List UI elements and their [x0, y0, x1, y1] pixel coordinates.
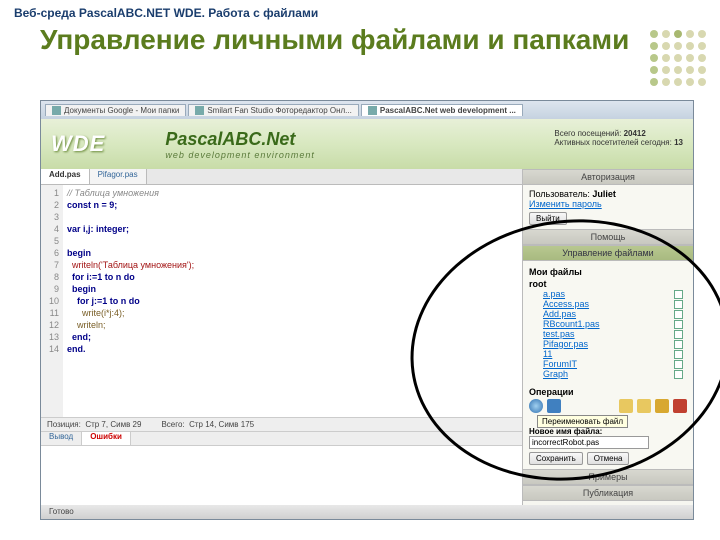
site-banner: WDE PascalABC.Net web development enviro…	[41, 119, 693, 169]
slide-title: Управление личными файлами и папками	[0, 20, 720, 64]
file-checkbox[interactable]	[674, 350, 683, 359]
folder-icon[interactable]	[637, 399, 651, 413]
browser-tab[interactable]: Smilart Fan Studio Фоторедактор Онл...	[188, 104, 359, 116]
editor-tab[interactable]: Pifagor.pas	[90, 169, 147, 184]
browser-tabbar: Документы Google - Мои папки Smilart Fan…	[41, 101, 693, 119]
brand-title: PascalABC.Net	[165, 129, 315, 150]
my-files-label: Мои файлы	[529, 267, 687, 277]
position-bar: Позиция: Стр 7, Симв 29 Всего: Стр 14, С…	[41, 417, 522, 431]
file-link[interactable]: Pifagor.pas	[543, 339, 588, 349]
output-tabs: Вывод Ошибки	[41, 431, 522, 445]
file-tree-item: Access.pas	[543, 299, 687, 309]
file-tree-item: Graph	[543, 369, 687, 379]
editor-tabs: Add.pas Pifagor.pas	[41, 169, 522, 185]
files-body: Мои файлы root a.pasAccess.pasAdd.pasRBc…	[523, 261, 693, 469]
browser-window: Документы Google - Мои папки Smilart Fan…	[40, 100, 694, 520]
editor-tab-active[interactable]: Add.pas	[41, 169, 90, 184]
file-tree-item: ForumIT	[543, 359, 687, 369]
editor-column: Add.pas Pifagor.pas 1234567891011121314 …	[41, 169, 523, 505]
file-checkbox[interactable]	[674, 340, 683, 349]
decorative-dots	[650, 30, 706, 86]
file-checkbox[interactable]	[674, 370, 683, 379]
visit-stats: Всего посещений: 20412 Активных посетите…	[554, 129, 683, 147]
new-folder-icon[interactable]	[619, 399, 633, 413]
file-checkbox[interactable]	[674, 330, 683, 339]
file-tree-item: Pifagor.pas	[543, 339, 687, 349]
tab-errors[interactable]: Ошибки	[82, 432, 131, 445]
file-checkbox[interactable]	[674, 320, 683, 329]
rename-tooltip: Переименовать файл	[537, 415, 628, 428]
user-label: Пользователь:	[529, 189, 590, 199]
file-tree-item: a.pas	[543, 289, 687, 299]
upload-icon[interactable]	[547, 399, 561, 413]
root-folder[interactable]: root	[529, 279, 687, 289]
user-name: Juliet	[592, 189, 616, 199]
wde-logo: WDE	[51, 131, 105, 157]
section-auth[interactable]: Авторизация	[523, 169, 693, 185]
code-body[interactable]: // Таблица умножения const n = 9; var i,…	[63, 185, 198, 417]
file-link[interactable]: Graph	[543, 369, 568, 379]
browser-tab[interactable]: Документы Google - Мои папки	[45, 104, 186, 116]
file-link[interactable]: 11	[543, 349, 552, 359]
file-link[interactable]: Add.pas	[543, 309, 576, 319]
line-gutter: 1234567891011121314	[41, 185, 63, 417]
section-publish[interactable]: Публикация	[523, 485, 693, 501]
tab-output[interactable]: Вывод	[41, 432, 82, 445]
file-link[interactable]: Access.pas	[543, 299, 589, 309]
file-tree-item: test.pas	[543, 329, 687, 339]
code-editor[interactable]: 1234567891011121314 // Таблица умножения…	[41, 185, 522, 417]
rename-label: Новое имя файла:	[529, 427, 687, 436]
section-examples[interactable]: Примеры	[523, 469, 693, 485]
brand-subtitle: web development environment	[165, 150, 315, 160]
change-password-link[interactable]: Изменить пароль	[529, 199, 602, 209]
auth-body: Пользователь: Juliet Изменить пароль Вый…	[523, 185, 693, 229]
file-link[interactable]: a.pas	[543, 289, 565, 299]
slide-breadcrumb: Веб-среда PascalABC.NET WDE. Работа с фа…	[0, 0, 720, 20]
favicon-icon	[52, 106, 61, 115]
output-panel	[41, 445, 522, 505]
favicon-icon	[368, 106, 377, 115]
cancel-button[interactable]: Отмена	[587, 452, 630, 465]
operation-toolbar: Переименовать файл	[529, 399, 687, 413]
file-link[interactable]: ForumIT	[543, 359, 577, 369]
file-link[interactable]: test.pas	[543, 329, 575, 339]
operations-label: Операции	[529, 387, 687, 397]
file-checkbox[interactable]	[674, 290, 683, 299]
delete-icon[interactable]	[673, 399, 687, 413]
publish-icon[interactable]	[529, 399, 543, 413]
rename-icon[interactable]	[655, 399, 669, 413]
file-tree-item: RBcount1.pas	[543, 319, 687, 329]
rename-form: Новое имя файла: Сохранить Отмена	[529, 427, 687, 465]
file-checkbox[interactable]	[674, 360, 683, 369]
logout-button[interactable]: Выйти	[529, 212, 567, 225]
brand-block: PascalABC.Net web development environmen…	[165, 129, 315, 160]
tab-label: Smilart Fan Studio Фоторедактор Онл...	[207, 106, 352, 115]
section-help[interactable]: Помощь	[523, 229, 693, 245]
file-checkbox[interactable]	[674, 300, 683, 309]
section-file-mgmt[interactable]: Управление файлами	[523, 245, 693, 261]
sidebar: Авторизация Пользователь: Juliet Изменит…	[523, 169, 693, 505]
file-tree-item: Add.pas	[543, 309, 687, 319]
status-bar: Готово	[41, 505, 693, 519]
file-checkbox[interactable]	[674, 310, 683, 319]
file-tree-item: 11	[543, 349, 687, 359]
save-button[interactable]: Сохранить	[529, 452, 583, 465]
favicon-icon	[195, 106, 204, 115]
tab-label: PascalABC.Net web development ...	[380, 106, 516, 115]
file-link[interactable]: RBcount1.pas	[543, 319, 600, 329]
browser-tab-active[interactable]: PascalABC.Net web development ...	[361, 104, 523, 116]
rename-input[interactable]	[529, 436, 649, 449]
tab-label: Документы Google - Мои папки	[64, 106, 179, 115]
